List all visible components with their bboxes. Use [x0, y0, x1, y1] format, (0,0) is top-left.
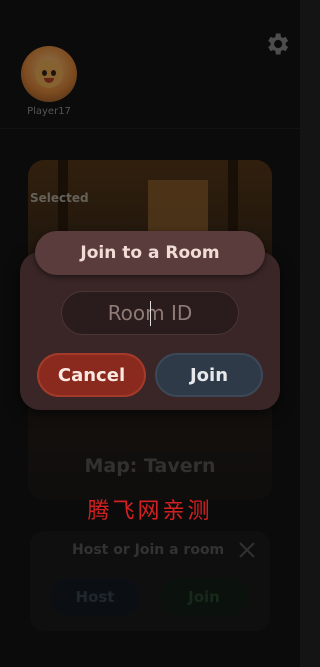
text-caret: [150, 301, 151, 326]
dialog-title: Join to a Room: [35, 231, 265, 275]
watermark-text: 腾飞网亲测: [87, 499, 213, 524]
join-button[interactable]: Join: [155, 353, 263, 397]
cancel-button[interactable]: Cancel: [37, 353, 146, 397]
